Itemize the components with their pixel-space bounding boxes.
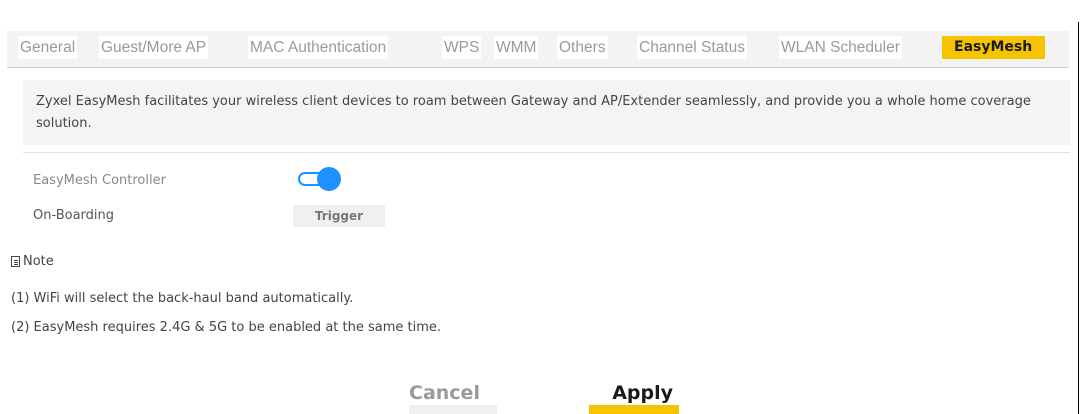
toggle-knob: [317, 167, 341, 191]
section-divider: [23, 152, 1070, 153]
note-title: Note: [23, 254, 54, 269]
onboarding-label: On-Boarding: [33, 208, 115, 223]
note-line-2: (2) EasyMesh requires 2.4G & 5G to be en…: [11, 320, 442, 335]
note-heading: Note: [11, 254, 54, 269]
tab-wps[interactable]: WPS: [442, 36, 482, 59]
cancel-button[interactable]: Cancel: [409, 372, 497, 414]
tab-divider: [7, 67, 1069, 68]
top-strip: [0, 0, 1079, 22]
tab-guest-more-ap[interactable]: Guest/More AP: [99, 36, 209, 59]
trigger-button[interactable]: Trigger: [293, 205, 385, 227]
tab-channel-status[interactable]: Channel Status: [637, 36, 747, 59]
note-icon: [11, 256, 20, 267]
description-box: Zyxel EasyMesh facilitates your wireless…: [23, 80, 1070, 145]
tab-bar: General Guest/More AP MAC Authentication…: [7, 31, 1069, 67]
easymesh-controller-toggle[interactable]: [296, 167, 344, 191]
tab-wlan-scheduler[interactable]: WLAN Scheduler: [779, 36, 902, 59]
page-frame: General Guest/More AP MAC Authentication…: [0, 0, 1079, 414]
apply-button[interactable]: Apply: [589, 372, 679, 414]
easymesh-controller-label: EasyMesh Controller: [33, 173, 166, 188]
tab-easymesh[interactable]: EasyMesh: [942, 36, 1046, 59]
tab-general[interactable]: General: [18, 36, 78, 59]
tab-mac-authentication[interactable]: MAC Authentication: [248, 36, 389, 59]
tab-wmm[interactable]: WMM: [494, 36, 539, 59]
tab-others[interactable]: Others: [557, 36, 608, 59]
note-line-1: (1) WiFi will select the back-haul band …: [11, 291, 354, 306]
